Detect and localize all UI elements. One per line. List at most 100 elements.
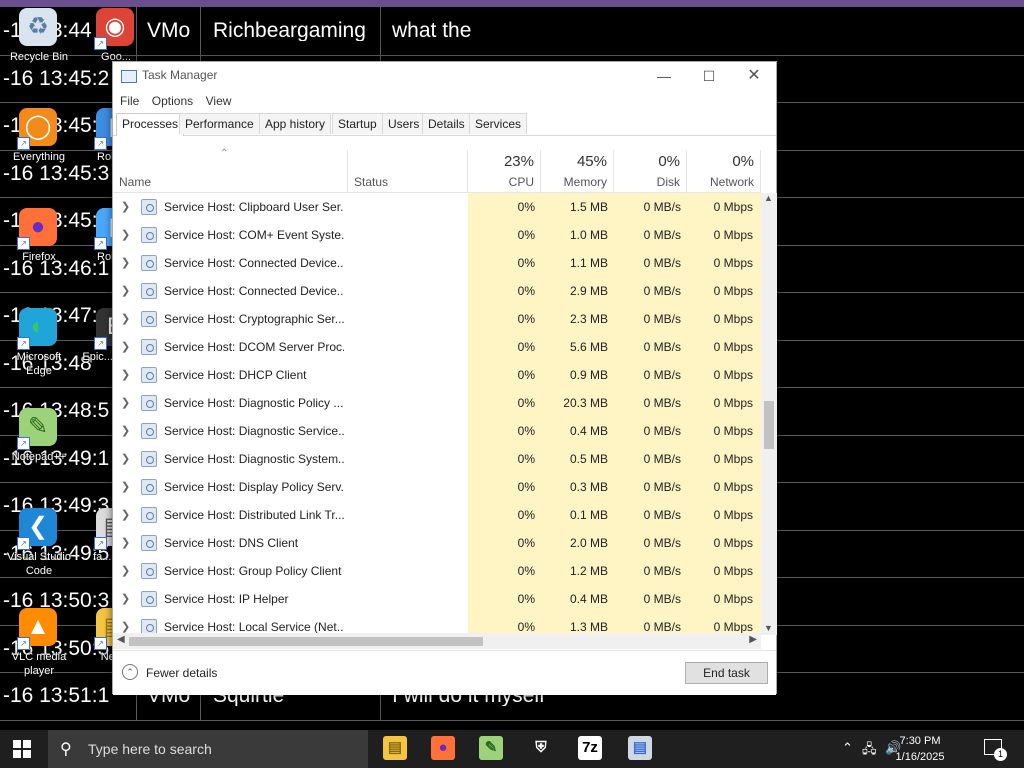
security-shield-icon[interactable]: ⛨ bbox=[529, 736, 555, 762]
chat-source: VMo bbox=[147, 20, 191, 41]
process-row[interactable]: ❯ Service Host: COM+ Event Syste... 0% 1.0 … bbox=[113, 221, 761, 249]
process-row[interactable]: ❯ Service Host: Cryptographic Ser... 0% 2.3… bbox=[113, 305, 761, 333]
tab-processes[interactable]: Processes bbox=[116, 113, 185, 136]
scroll-right-icon[interactable]: ▶ bbox=[749, 634, 757, 645]
process-row[interactable]: ❯ Service Host: Connected Device... 0% 1.1 … bbox=[113, 249, 761, 277]
process-disk: 0 MB/s bbox=[643, 284, 681, 298]
desktop-shortcut[interactable]: ✎ ↗ Notepad++ bbox=[3, 408, 75, 464]
expand-chevron-icon[interactable]: ❯ bbox=[121, 312, 130, 325]
process-memory: 1.2 MB bbox=[569, 564, 608, 578]
desktop-shortcut[interactable]: ♻ Recycle Bin bbox=[3, 8, 75, 64]
file-explorer-icon[interactable]: ▤ bbox=[383, 736, 409, 762]
process-row[interactable]: ❯ Service Host: DCOM Server Proc... 0% 5.6 … bbox=[113, 333, 761, 361]
firefox-icon[interactable]: ● bbox=[431, 736, 457, 762]
expand-chevron-icon[interactable]: ❯ bbox=[121, 564, 130, 577]
expand-chevron-icon[interactable]: ❯ bbox=[121, 480, 130, 493]
vertical-scroll-thumb[interactable] bbox=[764, 401, 774, 449]
tab-startup[interactable]: Startup bbox=[332, 113, 383, 134]
expand-chevron-icon[interactable]: ❯ bbox=[121, 508, 130, 521]
expand-chevron-icon[interactable]: ❯ bbox=[121, 620, 130, 633]
process-row[interactable]: ❯ Service Host: Clipboard User Ser... 0% 1.… bbox=[113, 193, 761, 221]
show-hidden-icons[interactable]: ⌃ bbox=[842, 740, 853, 756]
end-task-button[interactable]: End task bbox=[685, 662, 768, 684]
vertical-scrollbar[interactable]: ▲ ▼ bbox=[761, 193, 777, 635]
process-disk: 0 MB/s bbox=[643, 256, 681, 270]
tab-users[interactable]: Users bbox=[382, 113, 426, 134]
title-bar[interactable]: Task Manager — ☐ ✕ bbox=[113, 62, 776, 90]
notification-center-icon[interactable]: 1 bbox=[984, 739, 1007, 761]
process-network: 0 Mbps bbox=[713, 200, 753, 214]
desktop-shortcut[interactable]: ◐ ↗ Microsoft Edge bbox=[3, 308, 75, 378]
expand-chevron-icon[interactable]: ❯ bbox=[121, 368, 130, 381]
expand-chevron-icon[interactable]: ❯ bbox=[121, 396, 130, 409]
process-memory: 0.3 MB bbox=[569, 480, 608, 494]
desktop-shortcut[interactable]: ● ↗ Firefox bbox=[3, 208, 75, 264]
network-icon[interactable]: 🖧 bbox=[862, 740, 877, 762]
expand-chevron-icon[interactable]: ❯ bbox=[121, 284, 130, 297]
expand-chevron-icon[interactable]: ❯ bbox=[121, 200, 130, 213]
column-name-header[interactable]: ⌃ Name bbox=[113, 148, 348, 192]
process-row[interactable]: ❯ Service Host: IP Helper 0% 0.4 MB 0 MB/s 0 … bbox=[113, 585, 761, 613]
column-disk-header[interactable]: 0% Disk bbox=[614, 150, 687, 192]
minimize-button[interactable]: — bbox=[641, 62, 687, 90]
process-row[interactable]: ❯ Service Host: Local Service (Net... 0% 1.… bbox=[113, 613, 761, 633]
shortcut-arrow-icon: ↗ bbox=[17, 437, 30, 450]
process-row[interactable]: ❯ Service Host: Group Policy Client 0% 1.2 … bbox=[113, 557, 761, 585]
process-row[interactable]: ❯ Service Host: Display Policy Serv... 0% 0… bbox=[113, 473, 761, 501]
scroll-down-icon[interactable]: ▼ bbox=[764, 623, 773, 633]
process-row[interactable]: ❯ Service Host: DNS Client 0% 2.0 MB 0 MB/s 0… bbox=[113, 529, 761, 557]
desktop-shortcut[interactable]: ◯ ↗ Everything bbox=[3, 108, 75, 164]
taskbar-search-box[interactable]: ⚲ Type here to search bbox=[48, 730, 368, 768]
fewer-details-link[interactable]: Fewer details bbox=[146, 666, 217, 680]
start-button[interactable] bbox=[13, 740, 31, 758]
window-title: Task Manager bbox=[142, 68, 218, 82]
process-row[interactable]: ❯ Service Host: Distributed Link Tr... 0% 0… bbox=[113, 501, 761, 529]
process-network: 0 Mbps bbox=[713, 396, 753, 410]
desktop-shortcut[interactable]: ❮ ↗ Visual Studio Code bbox=[3, 508, 75, 578]
expand-chevron-icon[interactable]: ❯ bbox=[121, 452, 130, 465]
expand-chevron-icon[interactable]: ❯ bbox=[121, 536, 130, 549]
menu-file[interactable]: File bbox=[120, 94, 139, 108]
process-cpu: 0% bbox=[517, 592, 535, 606]
process-row[interactable]: ❯ Service Host: Diagnostic Policy ... 0% 20… bbox=[113, 389, 761, 417]
process-row[interactable]: ❯ Service Host: Connected Device... 0% 2.9 … bbox=[113, 277, 761, 305]
menu-view[interactable]: View bbox=[206, 94, 232, 108]
taskbar-clock[interactable]: 7:30 PM 1/16/2025 bbox=[884, 733, 956, 765]
maximize-button[interactable]: ☐ bbox=[686, 62, 732, 90]
column-status-header[interactable]: Status bbox=[348, 150, 468, 192]
clock-date: 1/16/2025 bbox=[895, 751, 945, 763]
tab-app-history[interactable]: App history bbox=[259, 113, 332, 134]
process-name: Service Host: Diagnostic Policy ... bbox=[164, 396, 344, 410]
desktop-shortcut[interactable]: ◉ ↗ Goo... bbox=[80, 8, 152, 64]
tab-services[interactable]: Services bbox=[469, 113, 528, 134]
expand-chevron-icon[interactable]: ❯ bbox=[121, 340, 130, 353]
desktop-shortcut[interactable]: ▲ ↗ VLC media player bbox=[3, 608, 75, 678]
column-memory-header[interactable]: 45% Memory bbox=[541, 150, 614, 192]
scroll-up-icon[interactable]: ▲ bbox=[764, 193, 773, 203]
7zip-icon[interactable]: 7z bbox=[578, 736, 604, 762]
horizontal-scroll-thumb[interactable] bbox=[129, 637, 483, 646]
column-cpu-header[interactable]: 23% CPU bbox=[468, 150, 541, 192]
process-memory: 2.9 MB bbox=[569, 284, 608, 298]
process-row[interactable]: ❯ Service Host: DHCP Client 0% 0.9 MB 0 MB/s… bbox=[113, 361, 761, 389]
menu-options[interactable]: Options bbox=[152, 94, 193, 108]
firefox-icon: ● ↗ bbox=[17, 208, 59, 250]
process-row[interactable]: ❯ Service Host: Diagnostic System... 0% 0.5… bbox=[113, 445, 761, 473]
notepad-plus-plus-icon[interactable]: ✎ bbox=[479, 736, 505, 762]
scroll-left-icon[interactable]: ◀ bbox=[117, 634, 125, 645]
footer-bar: ⌃ Fewer details End task bbox=[113, 650, 776, 695]
close-button[interactable]: ✕ bbox=[731, 62, 777, 90]
everything-icon: ◯ ↗ bbox=[17, 108, 59, 150]
tab-details[interactable]: Details bbox=[422, 113, 471, 134]
horizontal-scrollbar[interactable]: ◀ ▶ bbox=[113, 633, 761, 649]
expand-chevron-icon[interactable]: ❯ bbox=[121, 424, 130, 437]
task-manager-icon[interactable]: ▤ bbox=[628, 736, 654, 762]
process-row[interactable]: ❯ Service Host: Diagnostic Service... 0% 0.… bbox=[113, 417, 761, 445]
process-cpu: 0% bbox=[517, 256, 535, 270]
expand-chevron-icon[interactable]: ❯ bbox=[121, 592, 130, 605]
column-network-header[interactable]: 0% Network bbox=[687, 150, 761, 192]
chevron-up-circle-icon[interactable]: ⌃ bbox=[122, 664, 138, 680]
expand-chevron-icon[interactable]: ❯ bbox=[121, 228, 130, 241]
tab-performance[interactable]: Performance bbox=[179, 113, 260, 134]
expand-chevron-icon[interactable]: ❯ bbox=[121, 256, 130, 269]
